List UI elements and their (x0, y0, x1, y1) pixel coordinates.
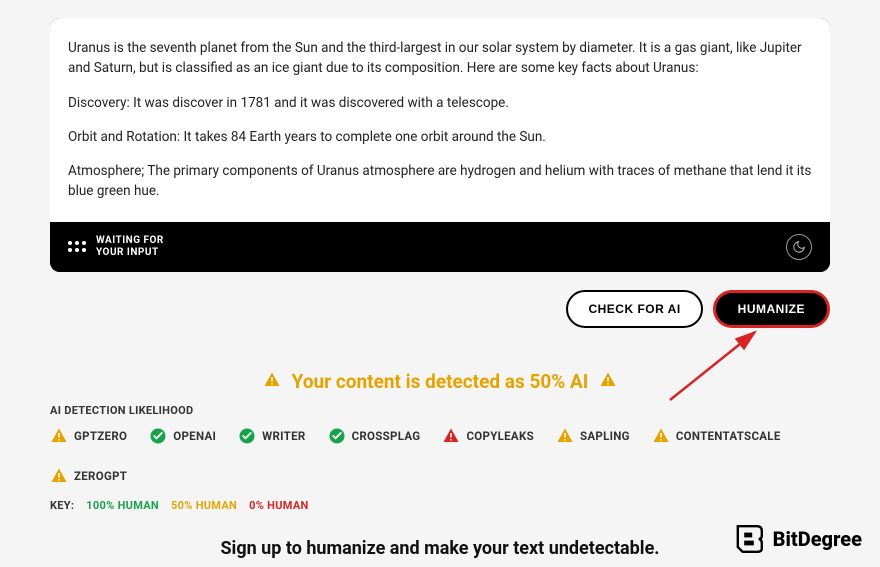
detector-item: CONTENTATSCALE (652, 427, 781, 445)
editor-textarea[interactable]: Uranus is the seventh planet from the Su… (50, 18, 830, 222)
editor-paragraph: Atmosphere; The primary components of Ur… (68, 161, 812, 202)
detector-label: CROSSPLAG (352, 429, 421, 443)
detector-label: SAPLING (580, 429, 630, 443)
bitdegree-logo-icon (733, 523, 765, 555)
editor-status-bar: WAITING FOR YOUR INPUT (50, 222, 830, 272)
warning-icon (599, 371, 617, 394)
detector-item: SAPLING (556, 427, 630, 445)
key-item: 0% HUMAN (249, 499, 308, 512)
actions-row: CHECK FOR AI HUMANIZE (50, 290, 830, 328)
detector-item: COPYLEAKS (442, 427, 534, 445)
key-label: KEY: (50, 499, 74, 512)
check-circle-icon (328, 427, 346, 445)
detector-label: WRITER (262, 429, 305, 443)
check-circle-icon (149, 427, 167, 445)
editor-paragraph: Orbit and Rotation: It takes 84 Earth ye… (68, 127, 812, 147)
dark-mode-toggle[interactable] (786, 234, 812, 260)
warning-icon (50, 427, 68, 445)
editor-card: Uranus is the seventh planet from the Su… (50, 18, 830, 272)
detector-item: GPTZERO (50, 427, 127, 445)
signup-cta: Sign up to humanize and make your text u… (50, 538, 830, 559)
detector-label: ZEROGPT (74, 469, 127, 483)
detector-item: CROSSPLAG (328, 427, 421, 445)
detector-item: WRITER (238, 427, 305, 445)
warning-icon (442, 427, 460, 445)
check-circle-icon (238, 427, 256, 445)
moon-icon (792, 240, 806, 254)
status-text: WAITING FOR YOUR INPUT (96, 235, 164, 259)
editor-paragraph: Uranus is the seventh planet from the Su… (68, 38, 812, 79)
detection-headline: Your content is detected as 50% AI (50, 370, 830, 394)
warning-icon (556, 427, 574, 445)
brand-watermark: BitDegree (733, 523, 862, 555)
key-item: 100% HUMAN (86, 499, 159, 512)
detector-label: COPYLEAKS (466, 429, 534, 443)
likelihood-label: AI DETECTION LIKELIHOOD (50, 404, 830, 417)
detector-label: OPENAI (173, 429, 216, 443)
detector-label: GPTZERO (74, 429, 127, 443)
check-for-ai-button[interactable]: CHECK FOR AI (566, 290, 702, 328)
warning-icon (652, 427, 670, 445)
brand-name: BitDegree (773, 527, 862, 551)
detectors-row: GPTZERO OPENAI WRITER CROSSPLAG COPYLEAKS SAP… (50, 427, 830, 485)
grid-icon (68, 241, 86, 252)
detector-label: CONTENTATSCALE (676, 429, 781, 443)
humanize-button[interactable]: HUMANIZE (713, 290, 830, 328)
warning-icon (50, 467, 68, 485)
key-item: 50% HUMAN (171, 499, 237, 512)
detector-item: ZEROGPT (50, 467, 127, 485)
warning-icon (263, 371, 281, 394)
key-row: KEY: 100% HUMAN 50% HUMAN 0% HUMAN (50, 499, 830, 512)
editor-paragraph: Discovery: It was discover in 1781 and i… (68, 93, 812, 113)
detection-headline-text: Your content is detected as 50% AI (292, 370, 589, 393)
detector-item: OPENAI (149, 427, 216, 445)
